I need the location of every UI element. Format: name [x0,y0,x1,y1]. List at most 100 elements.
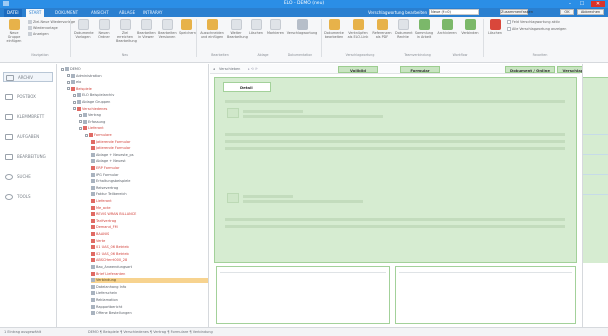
tree-node[interactable]: Faktur Teilbereich [91,192,127,197]
dokument-online-button[interactable]: Dokument / Online [505,66,555,73]
ribbon-btn-archivieren[interactable]: Archivieren [437,19,457,35]
tree-node[interactable]: 01 UAS_06 Betrieb [91,245,129,250]
tab-intraray[interactable]: INTRARAY [140,9,165,17]
nav-tools[interactable]: TOOLS [3,192,53,202]
ribbon-row-wiedervorlage-ziel[interactable]: Ziel-Neue Wiedervorlage [28,20,75,25]
zusammenfassen-button[interactable]: Zusammenfassen [500,9,533,15]
checkbox-alle-verschlagwortung[interactable]: Alle Verschlagwortung anzeigen [507,27,566,32]
expand-toggle-icon[interactable] [67,87,70,91]
ribbon-btn-loeschen-1[interactable]: Löschen [248,19,264,35]
nav-aufgaben[interactable]: AUFGABEN [3,132,53,142]
formular-button[interactable]: Formular [400,66,440,73]
tree-node[interactable]: Administration [67,73,102,79]
close-button[interactable]: ✕ [591,1,605,7]
tree-node[interactable]: Offene Bestellungen [91,311,132,316]
vollbild-button[interactable]: Vollbild [338,66,378,73]
ribbon-btn-verschlagwortung[interactable]: Verschlagwortung [286,19,318,35]
tab-dokument[interactable]: DOKUMENT [52,9,81,17]
ribbon-btn-sammlung[interactable]: Sammlung in Arbeit [414,19,434,39]
expand-toggle-icon[interactable] [73,93,76,97]
tree-node[interactable]: Ablage + Neueste_ps [91,152,134,158]
tree-node[interactable]: ERP Formular [91,166,119,171]
nav-bearbeitung[interactable]: BEARBEITUNG [3,152,53,162]
tab-ablage[interactable]: ABLAGE [116,9,138,17]
tree-node[interactable]: Reklamation [91,298,118,303]
ribbon-btn-ziel-erreichen[interactable]: Ziel erreichen Bearbeitung [116,19,137,43]
tree-node[interactable]: ABSCHerrt000_28 [91,258,127,263]
tree-node[interactable]: Vertrag [79,113,101,118]
tree-node[interactable]: Reisevertrag [91,185,118,191]
ribbon-btn-loeschen-2[interactable]: Löschen [487,19,503,35]
tree-node[interactable]: Rapportbericht [91,304,122,310]
maximize-button[interactable]: ☐ [577,1,587,7]
tree-node[interactable]: Jatierende Formular [91,146,131,151]
ribbon-btn-weiter[interactable]: Weiter Bearbeitung [227,19,248,39]
ribbon-btn-bearbeiten-versionen[interactable]: Bearbeiten Versionen [158,19,177,39]
expand-toggle-icon[interactable] [79,120,82,124]
tree-node[interactable]: REVIS WRAN BILLANCE [91,212,136,217]
abbrechen-button[interactable]: Abbrechen [577,9,604,15]
nav-suche[interactable]: SUCHE [3,172,53,182]
ribbon-row-anzeigen[interactable]: Anzeigen [28,32,49,37]
keywording-input[interactable]: Neue (f=0) [429,9,479,15]
tree-node[interactable]: elo [67,80,81,85]
tree-node[interactable]: 02 UAS_06 Betrieb [91,251,129,257]
tree-node[interactable]: Ablage + Neuest [91,159,126,164]
ribbon-btn-dokumente-bearbeiten[interactable]: Dokumente bearbeiten [324,19,344,39]
tree-node[interactable]: Verbindung [91,278,208,284]
tree-node[interactable]: Brief Lieferanten [91,271,125,277]
expand-toggle-icon[interactable] [73,107,76,111]
tree-node[interactable]: Lieferant [91,199,112,204]
ribbon-btn-dokumente-vorlagen[interactable]: Dokumente Vorlagen [74,19,94,39]
ribbon-btn-referenzen-pdf[interactable]: Referenzen als PDF [372,19,392,39]
toolbar-back-icon[interactable]: ◂ [213,67,215,71]
nav-archiv[interactable]: ARCHIV [3,72,53,82]
tree-node[interactable]: ELO Beispielarchiv [73,93,114,98]
ribbon-btn-markieren[interactable]: Markieren [267,19,284,35]
ribbon-btn-ausschneiden[interactable]: Ausschneiden und einfügen [200,19,224,39]
ok-button[interactable]: OK [560,9,574,15]
expand-toggle-icon[interactable] [79,113,82,117]
tree-node[interactable]: Demand_FM [91,225,118,230]
toolbar-nav-icons[interactable]: ▸ ⟲ ⟳ [248,67,258,71]
form-tab-detail[interactable]: Detail [223,82,271,92]
tree-node[interactable]: Tarifvertrag [91,218,116,224]
tree-node[interactable]: IPG Formular [91,172,119,178]
tree-node[interactable]: Lieferschein [91,291,117,296]
ribbon-btn-neuen-ordner[interactable]: Neuen Ordner [95,19,113,39]
tree-node[interactable]: Verte [91,238,105,244]
tree-node[interactable]: Lieferant [79,126,104,131]
ribbon-btn-verbinden[interactable]: Verbinden [460,19,480,35]
checkbox-feld-verschlagwortung[interactable]: Feld Verschlagwortung aktiv [507,20,560,25]
nav-klemmbrett[interactable]: KLEMMBRETT [3,112,53,122]
expand-toggle-icon[interactable] [67,80,70,84]
tree-node[interactable]: BAANIS [91,232,109,237]
ribbon-btn-verknuepfen[interactable]: Verknüpfen als ELO-Link [347,19,369,39]
tree-node[interactable]: Jatierende Formular [91,139,131,145]
tree-node[interactable]: Ablage Gruppen [73,100,110,105]
expand-toggle-icon[interactable] [79,126,82,130]
tree-node[interactable]: Erfassung [79,119,105,125]
tree-node[interactable]: Beispiele [67,86,92,92]
ribbon-btn-new-group[interactable]: Neue Gruppe einfügen [3,19,25,43]
minimize-button[interactable]: – [565,1,575,7]
expand-toggle-icon[interactable] [67,74,70,78]
expand-toggle-icon[interactable] [61,67,64,71]
ribbon-btn-bearbeiten-viewer[interactable]: Bearbeiten in Viewer [137,19,156,39]
tree-node[interactable]: Verschiedenes [73,106,107,112]
tab-start[interactable]: START [26,9,45,17]
tree-node[interactable]: Me_acte [91,205,111,211]
nav-postbox[interactable]: POSTBOX [3,92,53,102]
tab-ansicht[interactable]: ANSICHT [88,9,112,17]
ribbon-row-wiedervorlage[interactable]: Wiedervorlage [28,26,58,31]
tab-datei[interactable]: DATEI [4,9,22,17]
expand-toggle-icon[interactable] [73,100,76,104]
toolbar-label[interactable]: Verschieben [219,67,240,71]
expand-toggle-icon[interactable] [85,133,88,137]
tree-node[interactable]: Formulare [85,133,112,138]
tree-node[interactable]: Bao_Anwendungsart [91,265,132,270]
tree-node[interactable]: DEMO [61,67,81,72]
tree-node[interactable]: Dateianhang Info [91,284,126,290]
ribbon-btn-speichern[interactable]: Speichern [179,19,196,35]
archive-tree[interactable]: DEMO Administration elo Beispiele ELO Beispi… [58,64,209,327]
